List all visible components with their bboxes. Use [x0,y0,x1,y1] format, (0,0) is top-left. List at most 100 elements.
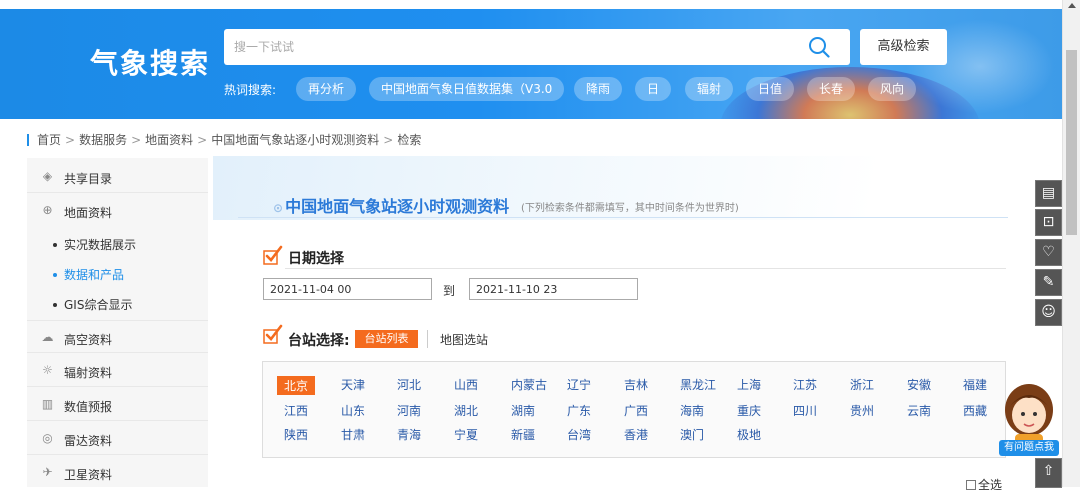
province-0-12[interactable]: 福建 [963,376,987,393]
province-2-8[interactable]: 极地 [737,426,761,443]
site-header: 气象搜索 高级检索 热词搜索: 再分析 中国地面气象日值数据集（V3.0 降雨 … [0,9,1062,119]
tab-divider [427,330,428,348]
cube-icon: ◈ [42,169,53,183]
hot-tag[interactable]: 风向 [868,77,917,101]
hot-tag[interactable]: 降雨 [574,77,623,101]
checkmark-icon [263,245,283,265]
heart-icon[interactable]: ♡ [1035,239,1062,266]
hot-tag[interactable]: 再分析 [296,77,357,101]
bar-chart-icon: ▥ [41,397,54,411]
hot-tag[interactable]: 长春 [807,77,856,101]
province-1-1[interactable]: 山东 [341,402,365,419]
to-label: 到 [443,284,456,298]
sidebar-item-satellite[interactable]: ✈ 卫星资料 [27,456,208,489]
province-0-4[interactable]: 内蒙古 [511,376,547,393]
cloud-icon: ☁ [41,330,54,344]
scroll-up-icon[interactable] [1068,3,1076,8]
hot-tag[interactable]: 辐射 [685,77,734,101]
cart-icon[interactable]: ⊡ [1035,209,1062,236]
province-0-0[interactable]: 北京 [277,376,316,395]
province-0-2[interactable]: 河北 [397,376,421,393]
search-box [224,29,850,65]
province-0-10[interactable]: 浙江 [850,376,874,393]
province-0-1[interactable]: 天津 [341,376,365,393]
province-1-3[interactable]: 湖北 [454,402,478,419]
province-0-5[interactable]: 辽宁 [567,376,591,393]
top-strip [0,0,1080,9]
site-logo: 气象搜索 [90,47,211,80]
province-2-0[interactable]: 陕西 [284,426,308,443]
scroll-thumb[interactable] [1066,50,1077,235]
sidebar-item-upper-air[interactable]: ☁ 高空资料 [27,320,208,353]
document-icon[interactable]: ▤ [1035,180,1062,207]
help-button[interactable]: 有问题点我 [999,440,1059,456]
province-0-3[interactable]: 山西 [454,376,478,393]
province-2-6[interactable]: 香港 [624,426,648,443]
province-1-9[interactable]: 四川 [793,402,817,419]
breadcrumb-surface[interactable]: 地面资料 [145,133,193,147]
date-divider [285,268,1006,269]
province-1-11[interactable]: 云南 [907,402,931,419]
page-title: ⊙ 中国地面气象站逐小时观测资料 [273,197,510,216]
title-divider [238,217,1008,218]
sidebar-sub-live[interactable]: 实况数据展示 [53,236,136,253]
end-date-input[interactable] [469,278,638,300]
hot-tag[interactable]: 日 [635,77,672,101]
province-2-3[interactable]: 宁夏 [454,426,478,443]
province-1-5[interactable]: 广东 [567,402,591,419]
select-all[interactable]: 全选 [966,476,1002,493]
province-1-0[interactable]: 江西 [284,402,308,419]
sidebar-sub-gis[interactable]: GIS综合显示 [53,296,132,313]
hot-tag[interactable]: 日值 [746,77,795,101]
sidebar: ◈ 共享目录 ⊕ 地面资料 实况数据展示 数据和产品 GIS综合显示 ☁ 高空资… [27,158,208,487]
sidebar-item-surface[interactable]: ⊕ 地面资料 [27,194,208,227]
breadcrumb-dataset[interactable]: 中国地面气象站逐小时观测资料 [211,133,379,147]
province-0-11[interactable]: 安徽 [907,376,931,393]
radiation-icon: ☼ [42,363,53,377]
hot-words-label: 热词搜索: [224,83,277,97]
province-2-2[interactable]: 青海 [397,426,421,443]
tab-station-list[interactable]: 台站列表 [355,330,418,348]
sidebar-item-catalog[interactable]: ◈ 共享目录 [27,160,208,193]
province-1-6[interactable]: 广西 [624,402,648,419]
province-1-8[interactable]: 重庆 [737,402,761,419]
province-2-1[interactable]: 甘肃 [341,426,365,443]
province-2-4[interactable]: 新疆 [511,426,535,443]
sidebar-item-nwp[interactable]: ▥ 数值预报 [27,388,208,421]
province-2-5[interactable]: 台湾 [567,426,591,443]
globe-icon: ⊕ [42,203,53,217]
title-banner: ⊙ 中国地面气象站逐小时观测资料 (下列检索条件都需填写，其中时间条件为世界时) [213,156,1039,220]
breadcrumb: 首页 > 数据服务 > 地面资料 > 中国地面气象站逐小时观测资料 > 检索 [27,131,421,148]
select-all-checkbox[interactable] [966,480,976,490]
province-1-12[interactable]: 西藏 [963,402,987,419]
province-1-2[interactable]: 河南 [397,402,421,419]
breadcrumb-search: 检索 [397,133,422,147]
sidebar-sub-products[interactable]: 数据和产品 [53,266,124,283]
back-to-top-icon[interactable]: ⇧ [1035,458,1062,488]
province-1-7[interactable]: 海南 [680,402,704,419]
feedback-icon[interactable]: ✎ [1035,269,1062,296]
breadcrumb-data-service[interactable]: 数据服务 [79,133,127,147]
province-0-6[interactable]: 吉林 [624,376,648,393]
satellite-icon: ✈ [42,465,53,479]
search-icon[interactable] [808,36,830,58]
advanced-search-button[interactable]: 高级检索 [860,29,947,65]
date-section-title: 日期选择 [288,251,344,267]
radar-icon: ◎ [42,431,53,445]
support-icon[interactable]: ☺ [1035,299,1062,326]
search-input[interactable] [224,29,784,65]
province-1-4[interactable]: 湖南 [511,402,535,419]
province-0-9[interactable]: 江苏 [793,376,817,393]
tab-map-select[interactable]: 地图选站 [440,331,488,348]
start-date-input[interactable] [263,278,432,300]
province-2-7[interactable]: 澳门 [680,426,704,443]
province-0-8[interactable]: 上海 [737,376,761,393]
vertical-scrollbar[interactable] [1062,0,1080,487]
sidebar-item-radar[interactable]: ◎ 雷达资料 [27,422,208,455]
sidebar-item-radiation[interactable]: ☼ 辐射资料 [27,354,208,387]
province-1-10[interactable]: 贵州 [850,402,874,419]
breadcrumb-home[interactable]: 首页 [37,133,61,147]
hot-tag[interactable]: 中国地面气象日值数据集（V3.0 [369,77,565,101]
province-0-7[interactable]: 黑龙江 [680,376,716,393]
checkmark-icon [263,324,283,344]
